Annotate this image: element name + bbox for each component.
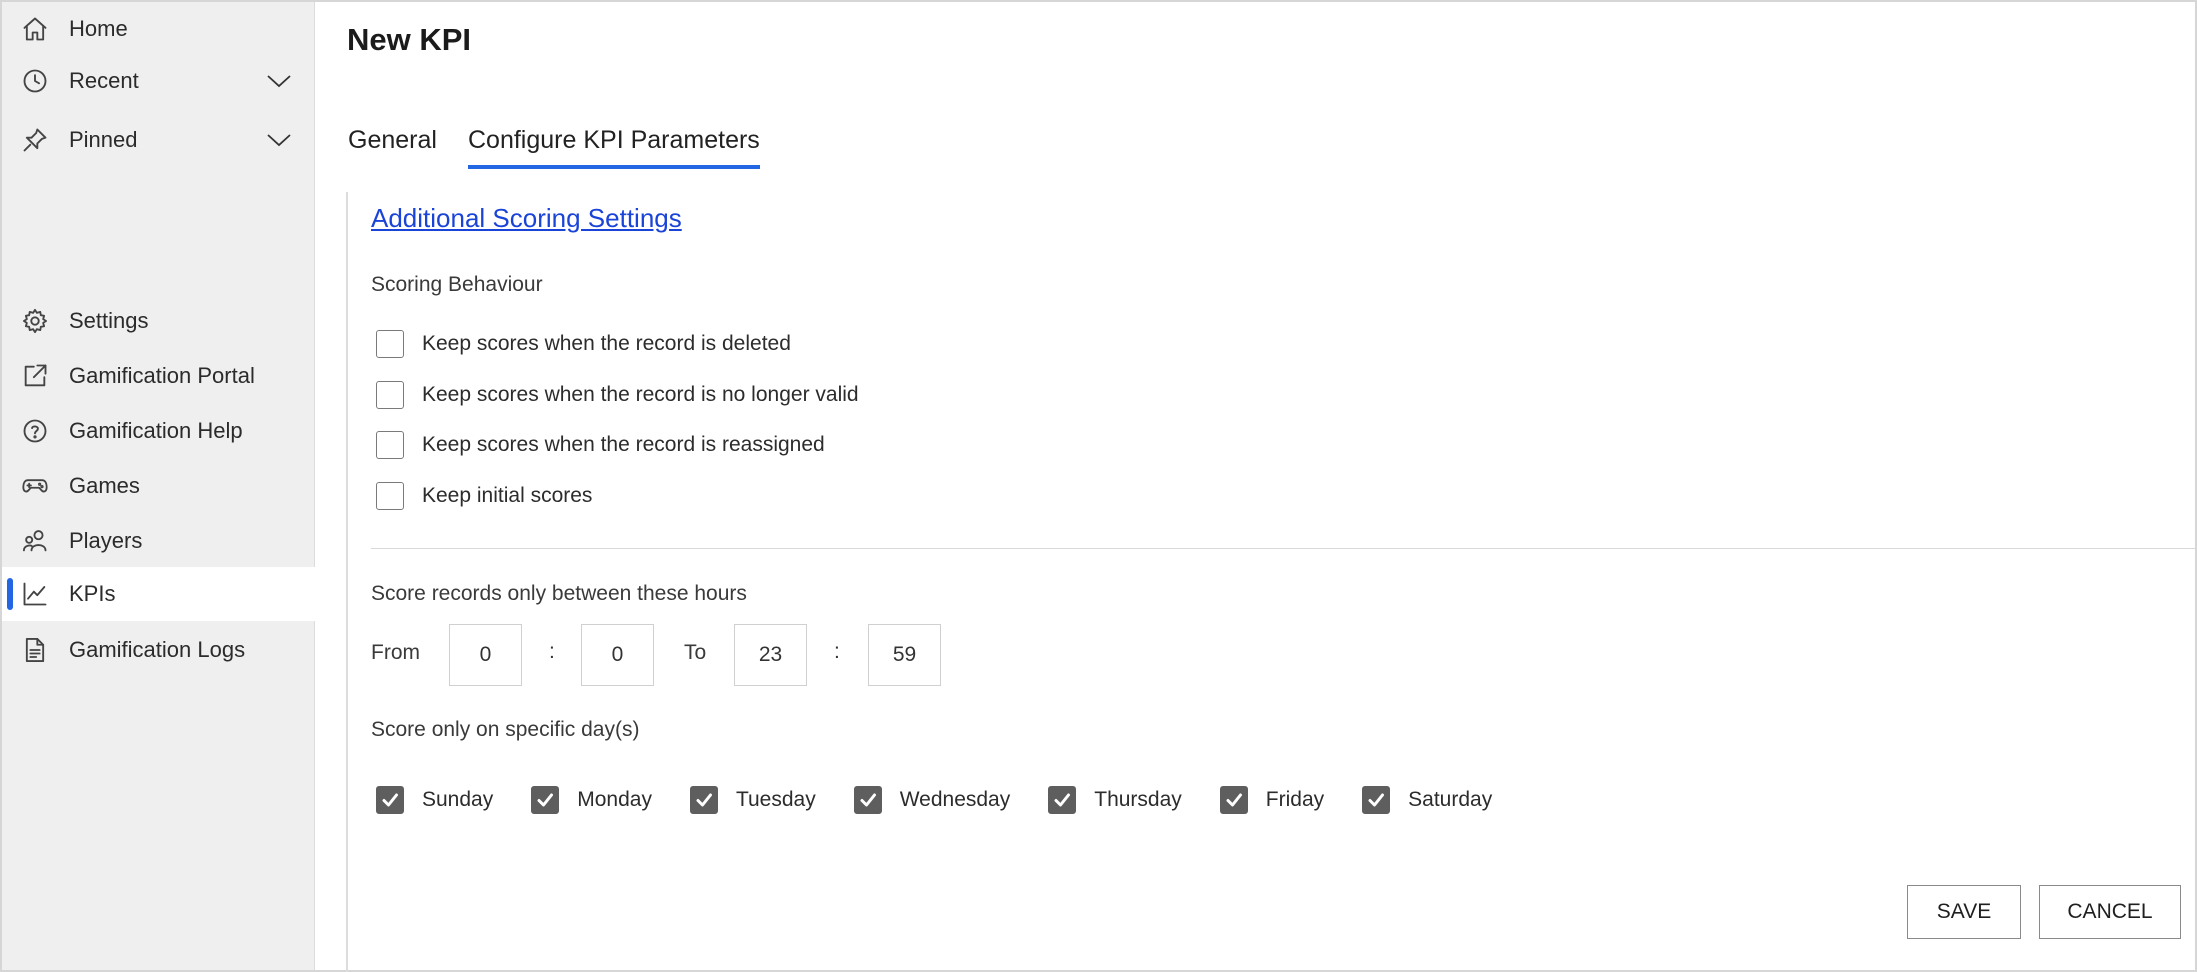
wednesday-checkbox[interactable] [853,786,882,814]
keep-scores-deleted-checkbox[interactable] [376,330,404,358]
sidebar-item-recent[interactable]: Recent [2,54,315,108]
cancel-button[interactable]: CANCEL [2039,885,2181,939]
sidebar-item-gamification-logs[interactable]: Gamification Logs [2,623,315,677]
to-hour-input[interactable] [734,624,807,686]
keep-initial-scores-row[interactable]: Keep initial scores [376,481,592,511]
day-tuesday[interactable]: Tuesday [689,786,816,814]
day-saturday[interactable]: Saturday [1362,786,1492,814]
to-minute-input[interactable] [868,624,941,686]
sidebar-item-pinned[interactable]: Pinned [2,113,315,167]
page-title: New KPI [347,22,472,57]
save-button[interactable]: SAVE [1907,885,2021,939]
sidebar-item-label: Recent [69,68,139,93]
sidebar-item-label: Gamification Portal [69,363,255,388]
checkmark-icon [382,793,398,807]
sidebar-item-label: KPIs [69,581,116,606]
sidebar-item-settings[interactable]: Settings [2,294,315,348]
sidebar-item-players[interactable]: Players [2,514,315,568]
sidebar-item-label: Home [69,16,128,41]
home-icon [20,14,50,44]
checkbox-label: Keep initial scores [422,484,593,507]
monday-checkbox[interactable] [531,786,560,814]
checkmark-icon [1226,793,1242,807]
tab-general[interactable]: General [348,126,437,165]
keep-scores-invalid-checkbox[interactable] [376,381,404,409]
day-monday[interactable]: Monday [531,786,652,814]
checkmark-icon [860,793,876,807]
checkmark-icon [696,793,712,807]
keep-initial-scores-checkbox[interactable] [376,482,404,510]
clock-icon [20,66,50,96]
sidebar-item-label: Players [69,528,143,553]
day-label: Sunday [422,788,494,811]
content-border [346,192,348,972]
sidebar-item-label: Games [69,473,140,498]
day-sunday[interactable]: Sunday [376,786,493,814]
days-label: Score only on specific day(s) [371,718,640,741]
tab-configure-kpi-parameters[interactable]: Configure KPI Parameters [468,126,760,169]
saturday-checkbox[interactable] [1362,786,1391,814]
sidebar-item-label: Pinned [69,127,138,152]
from-label: From [371,641,420,664]
sidebar-item-label: Gamification Logs [69,637,246,662]
sunday-checkbox[interactable] [376,786,404,814]
day-friday[interactable]: Friday [1219,786,1325,814]
sidebar-item-gamification-portal[interactable]: Gamification Portal [2,349,315,403]
keep-scores-reassigned-checkbox[interactable] [376,431,404,459]
from-hour-input[interactable] [449,624,522,686]
day-label: Monday [577,788,652,811]
keep-scores-deleted-row[interactable]: Keep scores when the record is deleted [376,329,791,359]
sidebar-item-games[interactable]: Games [2,459,315,513]
hours-label: Score records only between these hours [371,582,747,605]
pin-icon [20,125,50,155]
sidebar-item-label: Gamification Help [69,418,243,443]
day-label: Saturday [1408,788,1493,811]
document-icon [20,635,50,665]
time-separator: : [549,640,555,663]
sidebar-item-label: Settings [69,308,149,333]
help-icon [20,416,50,446]
friday-checkbox[interactable] [1219,786,1248,814]
gear-icon [20,306,50,336]
checkmark-icon [1054,793,1071,807]
additional-scoring-settings-link[interactable]: Additional Scoring Settings [371,203,682,234]
day-label: Tuesday [735,788,816,811]
checkmark-icon [537,793,554,807]
tuesday-checkbox[interactable] [689,786,718,814]
external-link-icon [20,361,50,391]
day-label: Thursday [1094,788,1182,811]
day-checkbox-group: Sunday Monday Tuesday Wednesday Thursday… [376,785,1530,815]
day-thursday[interactable]: Thursday [1048,786,1182,814]
main-content: New KPI General Configure KPI Parameters… [316,2,2195,972]
scoring-behaviour-label: Scoring Behaviour [371,273,543,296]
chevron-down-icon[interactable] [265,130,293,150]
chevron-down-icon[interactable] [265,71,293,91]
keep-scores-reassigned-row[interactable]: Keep scores when the record is reassigne… [376,430,825,460]
sidebar-item-home[interactable]: Home [2,2,315,56]
thursday-checkbox[interactable] [1048,786,1077,814]
chart-line-icon [20,579,50,609]
section-divider [371,548,2195,549]
checkbox-label: Keep scores when the record is no longer… [422,383,859,406]
sidebar: Home Recent Pinned Settings Gamification… [2,2,315,970]
day-label: Wednesday [899,788,1011,811]
checkbox-label: Keep scores when the record is deleted [422,332,791,355]
checkmark-icon [1368,793,1385,807]
gamepad-icon [20,471,50,501]
day-wednesday[interactable]: Wednesday [853,786,1011,814]
people-icon [20,526,50,556]
from-minute-input[interactable] [581,624,654,686]
time-separator: : [834,640,840,663]
keep-scores-invalid-row[interactable]: Keep scores when the record is no longer… [376,380,859,410]
day-label: Friday [1265,788,1325,811]
checkbox-label: Keep scores when the record is reassigne… [422,433,825,456]
sidebar-item-kpis[interactable]: KPIs [2,567,315,621]
sidebar-item-gamification-help[interactable]: Gamification Help [2,404,315,458]
to-label: To [684,641,707,664]
